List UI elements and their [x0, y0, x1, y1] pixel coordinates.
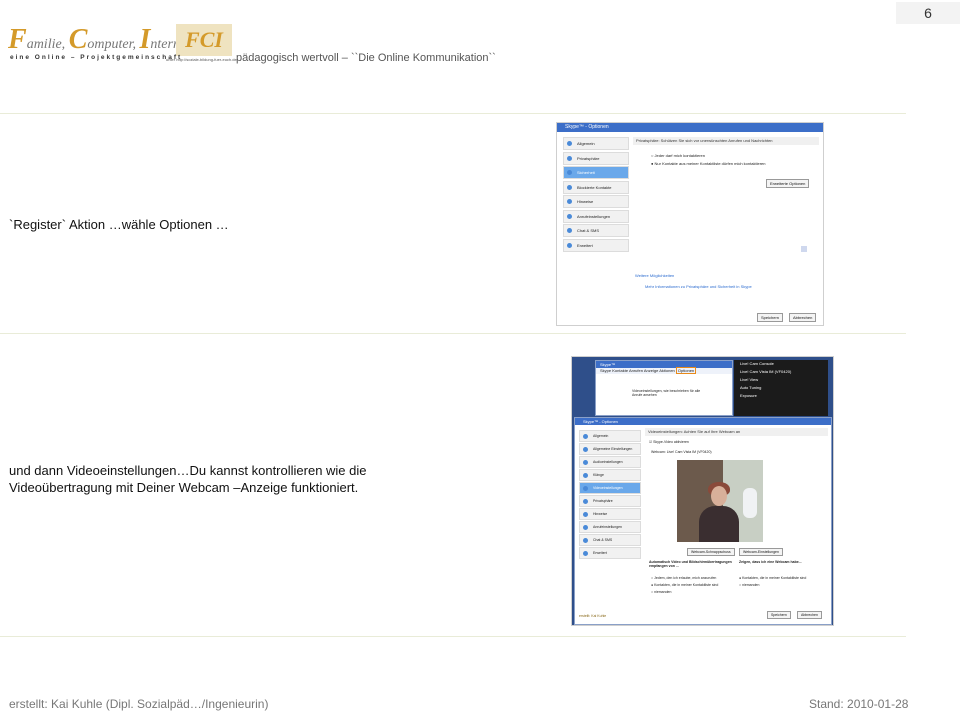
- video-sidebar-item[interactable]: Privatsphäre: [579, 495, 641, 507]
- menu-optionen-highlight[interactable]: Optionen: [675, 367, 697, 374]
- webcam-name: Webcam: Live! Cam Vista IM (VF0420): [651, 450, 712, 454]
- panel-title: Privatsphäre: Schützen Sie sich vor uner…: [633, 137, 819, 145]
- footer-author: erstellt: Kai Kuhle (Dipl. Sozialpäd…/In…: [9, 697, 269, 711]
- video-sidebar-item[interactable]: Chat & SMS: [579, 534, 641, 546]
- skype-menu: Skype Kontakte Anrufen Anzeige Aktionen …: [596, 367, 732, 374]
- fci-logo: Familie, Computer, Internet- FCI eine On…: [8, 24, 237, 66]
- webcam-snapshot-button[interactable]: Webcam-Schnappschuss: [687, 548, 735, 556]
- logo-tagline: eine Online – Projektgemeinschaft: [10, 54, 183, 61]
- sidebar-item[interactable]: Privatsphäre: [563, 151, 629, 165]
- video-panel-title: Videoeinstellungen: Achten Sie auf Ihre …: [645, 428, 828, 436]
- logo-url: unter http://soziale-bildung-fuer-euch.d…: [166, 57, 237, 62]
- sidebar-item[interactable]: Hinweise: [563, 195, 629, 208]
- video-sidebar-item[interactable]: Anrufeinstellungen: [579, 521, 641, 533]
- video-options-window: Skype™ - Optionen Allgemein Allgemeine Ei…: [574, 417, 832, 625]
- cancel-button[interactable]: Abbrechen: [789, 313, 817, 322]
- sidebar-item[interactable]: Sicherheit: [563, 166, 629, 179]
- footer-date: Stand: 2010-01-28: [809, 697, 909, 711]
- video-sidebar-item[interactable]: Allgemeine Einstellungen: [579, 443, 641, 455]
- radio-receive-nobody[interactable]: ○ niemanden: [651, 590, 671, 594]
- options-sidebar: Allgemein Privatsphäre Sicherheit Blockiert…: [563, 137, 629, 253]
- logo-badge: FCI: [176, 24, 232, 56]
- step2-instruction: und dann Videoeinstellungen…Du kannst ko…: [9, 463, 367, 495]
- video-sidebar-item[interactable]: Klänge: [579, 469, 641, 481]
- video-sidebar-item[interactable]: Videoeinstellungen: [579, 482, 641, 494]
- divider: [0, 113, 906, 114]
- video-settings-panel: Videoeinstellungen: Achten Sie auf Ihre …: [645, 428, 828, 612]
- step1-instruction: `Register` Aktion …wähle Optionen …: [9, 217, 229, 232]
- webcam-preview: [677, 460, 763, 542]
- sidebar-item[interactable]: Blockierte Kontakte: [563, 180, 629, 194]
- radio-show-contacts[interactable]: ● Kontakten, die in meiner Kontaktliste …: [739, 576, 806, 580]
- sidebar-item[interactable]: Chat & SMS: [563, 224, 629, 237]
- video-sidebar-item[interactable]: Allgemein: [579, 430, 641, 442]
- enable-video-checkbox[interactable]: ☑ Skype-Video aktivieren: [649, 440, 689, 444]
- skype-video-settings-screenshot: Skype™ Skype Kontakte Anrufen Anzeige Ak…: [571, 356, 834, 626]
- video-sidebar-item[interactable]: Erweitert: [579, 547, 641, 559]
- logo-wordmark: Familie, Computer, Internet-: [8, 24, 195, 55]
- skype-title: Skype™: [596, 361, 732, 368]
- skype-main-window: Skype™ Skype Kontakte Anrufen Anzeige Ak…: [595, 360, 733, 416]
- more-options-link[interactable]: Weitere Möglichkeiten: [635, 273, 674, 278]
- radio-contacts-only[interactable]: ● Nur Kontakte aus meiner Kontaktliste d…: [651, 161, 819, 166]
- sidebar-item[interactable]: Allgemein: [563, 137, 629, 150]
- screenshot-credit: erstellt: Kai Kuhle: [579, 614, 607, 618]
- page-number: 6: [896, 2, 960, 24]
- radio-receive-contacts[interactable]: ● Kontakten, die in meiner Kontaktliste …: [651, 583, 718, 587]
- privacy-info-link[interactable]: Mehr Informationen zu Privatsphäre und S…: [645, 284, 752, 289]
- save-button[interactable]: Speichern: [757, 313, 784, 322]
- window-title: Skype™ - Optionen: [557, 123, 823, 132]
- divider: [0, 333, 906, 334]
- sidebar-item[interactable]: Erweitert: [563, 238, 629, 252]
- video-cancel-button[interactable]: Abbrechen: [797, 611, 822, 619]
- webcam-settings-button[interactable]: Webcam-Einstellungen: [739, 548, 783, 556]
- skype-hint: Videoeinstellungen, wie beschrieben für …: [632, 389, 701, 397]
- show-webcam-label: Zeigen, dass ich eine Webcam habe...: [739, 560, 802, 564]
- header-title: pädagogisch wertvoll – ``Die Online Komm…: [236, 52, 496, 64]
- video-save-button[interactable]: Speichern: [767, 611, 791, 619]
- radio-show-nobody[interactable]: ○ niemanden: [739, 583, 759, 587]
- radio-receive-anyone[interactable]: ○ Jedem, den ich erlaube, mich anzurufen: [651, 576, 716, 580]
- divider: [0, 636, 906, 637]
- skype-options-screenshot: Skype™ - Optionen Allgemein Privatsphäre S…: [556, 122, 824, 326]
- video-sidebar-item[interactable]: Hinweise: [579, 508, 641, 520]
- radio-anyone[interactable]: ○ Jeder darf mich kontaktieren: [651, 153, 819, 158]
- privacy-panel: Privatsphäre: Schützen Sie sich vor uner…: [633, 137, 819, 311]
- advanced-options-button[interactable]: Erweiterte Optionen: [766, 179, 810, 188]
- live-cam-console: Live! Cam Console Live! Cam Vista IM (VF…: [734, 360, 828, 416]
- auto-receive-label: Automatisch Video und Bildschirmübertrag…: [649, 560, 732, 568]
- sidebar-item[interactable]: Anrufeinstellungen: [563, 209, 629, 223]
- video-sidebar-item[interactable]: Audioeinstellungen: [579, 456, 641, 468]
- video-options-sidebar: Allgemein Allgemeine Einstellungen Audioei…: [579, 430, 641, 560]
- options-window-title: Skype™ - Optionen: [575, 418, 831, 425]
